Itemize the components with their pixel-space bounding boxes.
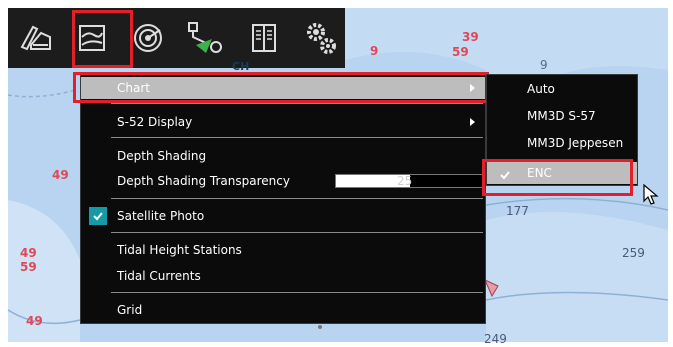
menu-item-label: S-52 Display	[117, 115, 193, 129]
route-icon	[188, 22, 222, 53]
depth-sounding: 9	[540, 58, 548, 72]
chart-layers-menu: Chart S-52 Display Depth Shading Depth S…	[80, 74, 486, 324]
menu-item-depth-shading-transparency: Depth Shading Transparency 25	[81, 170, 485, 192]
submenu-item-label: MM3D Jeppesen	[527, 136, 624, 150]
depth-sounding: 49	[26, 314, 43, 328]
radar-icon	[134, 24, 162, 52]
depth-sounding: 259	[622, 246, 645, 260]
checkmark-icon	[89, 207, 107, 225]
submenu-item-mm3d-jeppesen[interactable]: MM3D Jeppesen	[487, 132, 637, 154]
highlight-enc-item	[482, 159, 633, 196]
depth-sounding: 49	[20, 246, 37, 260]
mouse-cursor-icon	[643, 184, 659, 205]
menu-item-s52-display[interactable]: S-52 Display	[81, 111, 485, 133]
menu-divider	[111, 198, 483, 199]
menu-item-label: Depth Shading	[117, 149, 207, 163]
route-button[interactable]	[182, 14, 230, 62]
highlight-toolbar-button	[72, 10, 133, 68]
depth-sounding: 177	[506, 204, 529, 218]
submenu-item-label: MM3D S-57	[527, 109, 596, 123]
book-button[interactable]	[240, 14, 288, 62]
depth-sounding: 9	[370, 44, 379, 58]
main-toolbar	[8, 8, 345, 68]
menu-divider	[111, 137, 483, 138]
menu-item-grid[interactable]: Grid	[81, 299, 485, 321]
menu-item-satellite-photo[interactable]: Satellite Photo	[81, 205, 485, 227]
settings-gears-icon	[307, 23, 336, 54]
highlight-chart-item	[73, 72, 489, 103]
chart-tools-icon	[20, 25, 51, 51]
depth-sounding: 59	[452, 45, 469, 59]
submenu-item-label: Auto	[527, 82, 555, 96]
settings-button[interactable]	[298, 14, 346, 62]
menu-item-label: Satellite Photo	[117, 209, 205, 223]
menu-item-label: Grid	[117, 303, 143, 317]
depth-sounding: 39	[462, 30, 479, 44]
menu-item-label: Tidal Currents	[117, 269, 201, 283]
submenu-item-auto[interactable]: Auto	[487, 78, 637, 100]
menu-item-depth-shading[interactable]: Depth Shading	[81, 145, 485, 167]
chart-tools-button[interactable]	[12, 14, 60, 62]
menu-item-label: Tidal Height Stations	[117, 243, 242, 257]
book-icon	[252, 24, 276, 52]
submenu-arrow-icon	[470, 118, 475, 126]
depth-sounding: 49	[52, 168, 69, 182]
menu-item-tidal-currents[interactable]: Tidal Currents	[81, 265, 485, 287]
menu-item-label: Depth Shading Transparency	[117, 174, 290, 188]
menu-divider	[111, 292, 483, 293]
submenu-item-mm3d-s57[interactable]: MM3D S-57	[487, 105, 637, 127]
transparency-value: 25	[397, 174, 413, 188]
menu-item-tidal-height-stations[interactable]: Tidal Height Stations	[81, 239, 485, 261]
menu-divider	[111, 103, 483, 104]
depth-sounding: 59	[20, 260, 37, 274]
depth-sounding: 249	[484, 332, 507, 346]
screen: 39 59 9 49 49 59 177 259 49 249 9 CH Cha…	[0, 0, 673, 347]
menu-divider	[111, 232, 483, 233]
